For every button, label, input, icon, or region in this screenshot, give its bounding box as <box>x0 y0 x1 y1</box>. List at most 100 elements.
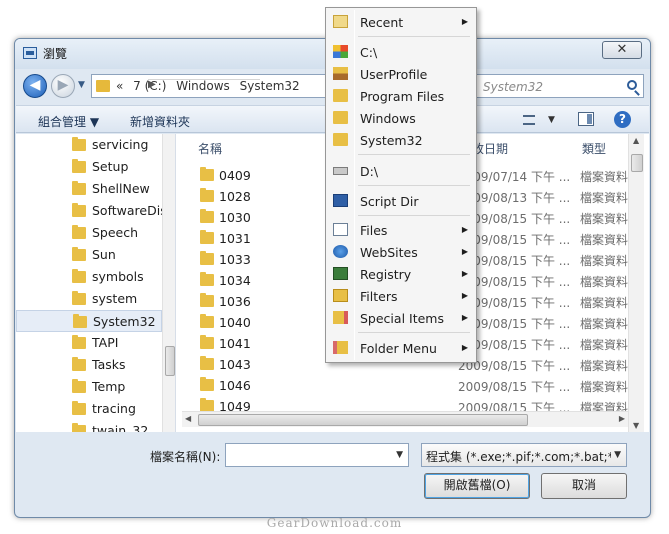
folder-icon <box>73 314 87 328</box>
nav-item-label: Speech <box>92 225 139 240</box>
chevron-down-icon[interactable]: ▼ <box>614 450 621 460</box>
menu-item-registry[interactable]: Registry ▶ <box>328 263 474 285</box>
file-type: 檔案資料... <box>580 170 628 184</box>
menu-item-system32[interactable]: System32 <box>328 129 474 151</box>
nav-item-shellnew[interactable]: ShellNew <box>16 178 162 200</box>
nav-item-label: TAPI <box>92 335 119 350</box>
menu-item-label: Recent <box>360 15 404 30</box>
breadcrumb-overflow[interactable]: « <box>116 79 123 93</box>
file-list-vscrollbar[interactable]: ▲ ▼ <box>628 134 644 432</box>
vscroll-thumb[interactable] <box>631 154 643 172</box>
menu-item-userprofile[interactable]: UserProfile <box>328 63 474 85</box>
hscroll-thumb[interactable] <box>198 414 528 426</box>
nav-item-tapi[interactable]: TAPI <box>16 332 162 354</box>
nav-item-system32[interactable]: System32 <box>16 310 162 332</box>
preview-pane-icon[interactable] <box>578 112 594 126</box>
scroll-left-icon[interactable]: ◀ <box>185 414 191 423</box>
submenu-arrow-icon: ▶ <box>461 269 468 278</box>
menu-separator <box>358 36 470 37</box>
file-type: 檔案資料... <box>580 359 628 373</box>
scroll-right-icon[interactable]: ▶ <box>619 414 625 423</box>
nav-item-speech[interactable]: Speech <box>16 222 162 244</box>
menu-item-d-drive[interactable]: D:\ <box>328 160 474 182</box>
cancel-button[interactable]: 取消 <box>541 473 627 499</box>
menu-item-filters[interactable]: Filters ▶ <box>328 285 474 307</box>
column-header-type[interactable]: 類型 <box>582 140 606 157</box>
folder-icon <box>72 291 86 305</box>
menu-item-program-files[interactable]: Program Files <box>328 85 474 107</box>
menu-item-special-items[interactable]: Special Items ▶ <box>328 307 474 329</box>
menu-item-label: System32 <box>360 133 423 148</box>
nav-scroll-thumb[interactable] <box>165 346 175 376</box>
breadcrumb-item-system32[interactable]: System32 <box>240 79 300 93</box>
nav-item-servicing[interactable]: servicing <box>16 134 162 156</box>
nav-item-system[interactable]: system <box>16 288 162 310</box>
new-folder-button[interactable]: 新增資料夾 <box>130 113 190 130</box>
address-bar[interactable]: « 7 (C:) ▶ Windows ▶ System32 <box>91 74 336 98</box>
filename-field[interactable]: ▼ <box>225 443 409 467</box>
file-type: 檔案資料... <box>580 254 628 268</box>
menu-item-files[interactable]: Files ▶ <box>328 219 474 241</box>
folder-context-menu: Recent ▶ C:\ UserProfile Program Files Wi… <box>325 7 477 363</box>
column-header-name[interactable]: 名稱 <box>198 140 222 157</box>
file-list-hscrollbar[interactable]: ◀ ▶ <box>182 411 628 427</box>
folder-icon <box>72 379 86 393</box>
scroll-up-icon[interactable]: ▲ <box>633 136 639 145</box>
file-type-select[interactable]: 程式集 (*.exe;*.pif;*.com;*.bat;*.cmd) ▼ <box>421 443 627 467</box>
nav-item-label: twain_32 <box>92 423 149 432</box>
folder-icon <box>72 423 86 432</box>
menu-item-folder-menu[interactable]: Folder Menu ▶ <box>328 337 474 359</box>
nav-item-symbols[interactable]: symbols <box>16 266 162 288</box>
search-icon[interactable] <box>627 80 637 90</box>
breadcrumb-separator-icon[interactable]: ▶ <box>148 79 260 90</box>
search-placeholder: System32 <box>483 80 544 94</box>
search-input[interactable]: System32 <box>474 74 644 98</box>
folder-icon <box>72 159 86 173</box>
history-dropdown-icon[interactable]: ▼ <box>78 80 85 90</box>
submenu-arrow-icon: ▶ <box>461 17 468 26</box>
nav-scrollbar[interactable] <box>162 134 175 432</box>
filename-dropdown-icon[interactable]: ▼ <box>396 450 403 460</box>
nav-item-tracing[interactable]: tracing <box>16 398 162 420</box>
filter-icon <box>333 289 348 302</box>
view-dropdown-icon[interactable]: ▼ <box>548 115 555 125</box>
scroll-down-icon[interactable]: ▼ <box>633 421 639 430</box>
nav-item-twain32[interactable]: twain_32 <box>16 420 162 432</box>
nav-item-softwaredist[interactable]: SoftwareDist <box>16 200 172 222</box>
view-options-icon[interactable] <box>523 115 535 125</box>
nav-item-tasks[interactable]: Tasks <box>16 354 162 376</box>
organize-button[interactable]: 組合管理 ▼ <box>38 113 99 130</box>
menu-item-label: Program Files <box>360 89 445 104</box>
menu-item-websites[interactable]: WebSites ▶ <box>328 241 474 263</box>
recent-icon <box>333 15 348 28</box>
forward-button[interactable]: ▶ <box>51 74 75 98</box>
menu-item-recent[interactable]: Recent ▶ <box>328 11 474 33</box>
open-button[interactable]: 開啟舊檔(O) <box>424 473 530 499</box>
menu-item-label: WebSites <box>360 245 418 260</box>
menu-separator <box>358 332 470 333</box>
help-icon[interactable]: ? <box>614 111 631 128</box>
file-type: 檔案資料... <box>580 338 628 352</box>
close-button[interactable]: ✕ <box>602 41 642 59</box>
menu-item-windows[interactable]: Windows <box>328 107 474 129</box>
folder-icon <box>72 357 86 371</box>
folder-icon <box>333 133 348 146</box>
file-name: 1046 <box>219 378 251 393</box>
folder-icon <box>200 188 214 202</box>
nav-item-setup[interactable]: Setup <box>16 156 162 178</box>
nav-item-temp[interactable]: Temp <box>16 376 162 398</box>
files-icon <box>333 223 348 236</box>
breadcrumb-item-windows[interactable]: Windows <box>176 79 230 93</box>
back-button[interactable]: ◀ <box>23 74 47 98</box>
menu-item-c-drive[interactable]: C:\ <box>328 41 474 63</box>
menu-item-label: D:\ <box>360 164 379 179</box>
nav-item-sun[interactable]: Sun <box>16 244 162 266</box>
folder-icon <box>96 80 110 92</box>
nav-item-label: SoftwareDist <box>92 203 172 218</box>
file-name: 1028 <box>219 189 251 204</box>
folder-icon <box>200 314 214 328</box>
menu-item-script-dir[interactable]: Script Dir <box>328 190 474 212</box>
table-row[interactable]: 1046 2009/08/15 下午 ... 檔案資料... <box>182 375 628 396</box>
folder-icon <box>200 209 214 223</box>
menu-item-label: Script Dir <box>360 194 419 209</box>
